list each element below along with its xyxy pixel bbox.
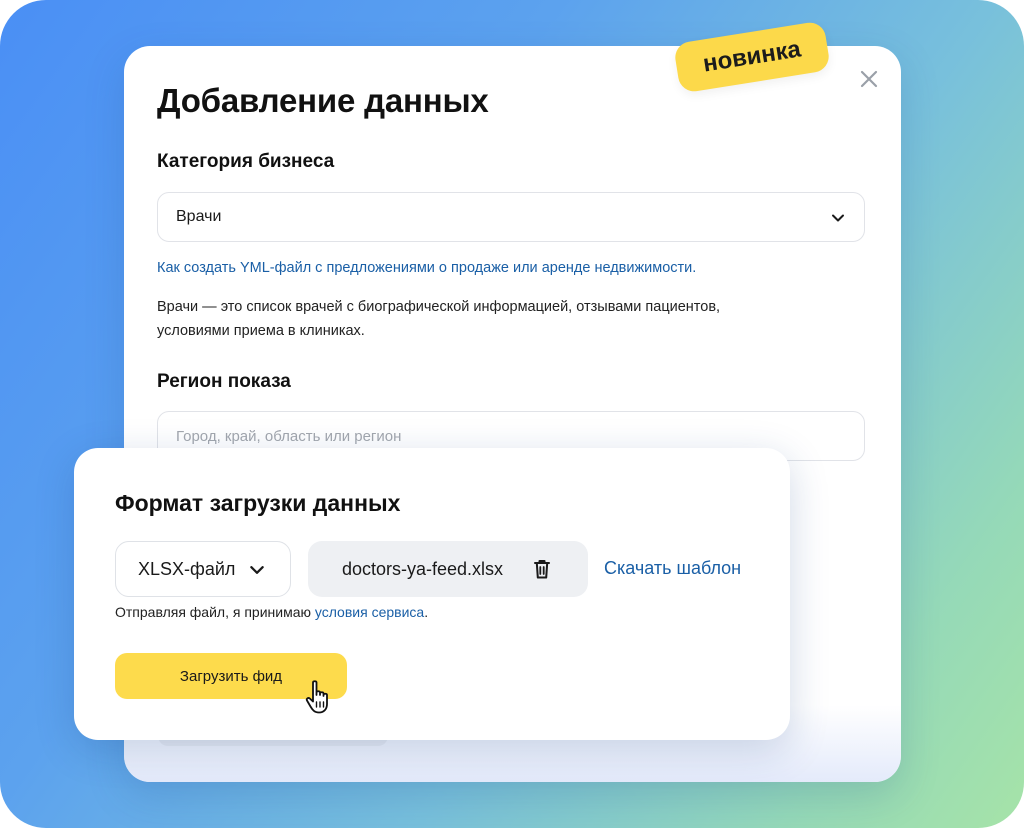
consent-text: Отправляя файл, я принимаю условия серви… [115,604,428,620]
category-description: Врачи — это список врачей с биографическ… [157,299,721,339]
business-category-label: Категория бизнеса [157,151,335,172]
close-icon[interactable] [858,68,880,90]
business-category-value: Врачи [176,208,222,225]
yml-help-link[interactable]: Как создать YML-файл с предложениями о п… [157,260,696,276]
file-type-select[interactable]: XLSX-файл [115,541,291,597]
hand-pointer-icon [305,680,328,714]
region-label: Регион показа [157,371,291,392]
chevron-down-icon [250,566,264,574]
chevron-down-icon [832,214,844,222]
terms-link[interactable]: условия сервиса [315,604,424,620]
trash-icon[interactable] [532,558,552,580]
upload-format-title: Формат загрузки данных [115,490,401,516]
download-template-link[interactable]: Скачать шаблон [604,558,741,579]
business-category-select[interactable]: Врачи [157,192,865,242]
consent-prefix: Отправляя файл, я принимаю [115,604,315,620]
file-name: doctors-ya-feed.xlsx [342,558,504,579]
file-type-value: XLSX-файл [138,558,236,579]
dialog-title: Добавление данных [157,82,489,119]
consent-suffix: . [424,604,429,620]
uploaded-file-chip: doctors-ya-feed.xlsx [308,541,588,597]
